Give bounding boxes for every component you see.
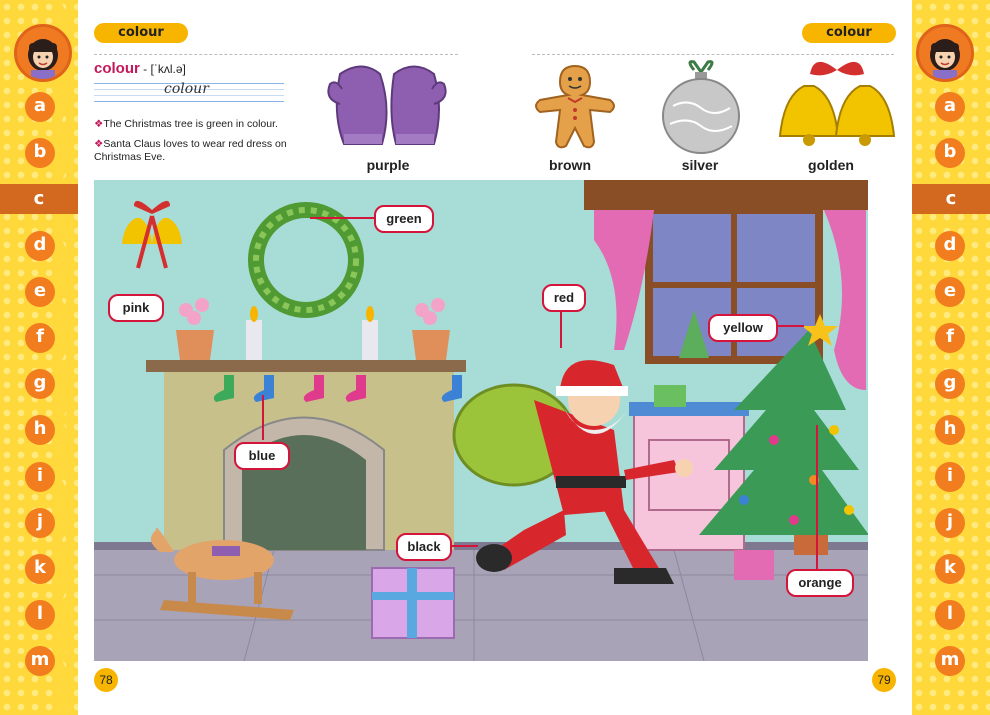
alphabet-tab-j[interactable]: j [25,507,55,538]
alphabet-tab-i[interactable]: i [25,461,55,492]
example-sentences: ❖The Christmas tree is green in colour. … [94,118,294,164]
connector-orange [816,425,818,570]
christmas-room-scene: green pink red yellow blue black orange [94,180,868,661]
alphabet-tab-i[interactable]: i [935,461,965,492]
pronunciation: - [ˈkʌl.ə] [139,62,186,76]
pill-yellow: yellow [708,314,778,342]
alphabet-tab-e[interactable]: e [25,276,55,307]
label-purple: purple [366,157,410,173]
headword: colour [94,60,140,77]
alphabet-tab-c[interactable]: c [912,184,990,215]
alphabet-tab-k[interactable]: k [935,554,965,584]
girl-avatar-left [14,24,72,82]
alphabet-tab-d[interactable]: d [935,230,965,261]
alphabet-tab-a[interactable]: a [25,92,55,122]
pill-green: green [374,205,434,233]
golden-bells-illustration [778,61,896,146]
alphabet-tab-g[interactable]: g [25,369,55,400]
right-topic-tag: colour [802,23,896,43]
handwriting-lines: colour [94,81,284,102]
alphabet-tab-b[interactable]: b [935,138,965,169]
alphabet-tab-k[interactable]: k [25,554,55,584]
left-topic-tag: colour [94,23,188,43]
label-brown: brown [549,157,591,173]
cursive-word: colour [164,81,209,97]
alphabet-tab-g[interactable]: g [935,369,965,400]
connector-yellow [774,325,804,327]
gingerbread-man-illustration [535,64,615,149]
alphabet-tab-f[interactable]: f [25,323,55,353]
alphabet-tab-c[interactable]: c [0,184,78,215]
label-silver: silver [681,157,719,173]
silver-ornament-illustration [662,60,740,154]
headword-line: colour - [ˈkʌl.ə] [94,60,186,78]
girl-avatar-right [916,24,974,82]
right-header-rule [532,54,894,55]
alphabet-tab-j[interactable]: j [935,507,965,538]
page-number-right: 79 [872,668,896,692]
connector-red [560,308,562,348]
connector-black [448,545,478,547]
alphabet-tab-l[interactable]: l [25,600,55,631]
page-number-left: 78 [94,668,118,692]
alphabet-tab-e[interactable]: e [935,276,965,307]
purple-mittens-illustration [327,65,447,145]
alphabet-tab-l[interactable]: l [935,600,965,631]
sentence-2: ❖Santa Claus loves to wear red dress on … [94,138,287,163]
connector-green [310,217,374,219]
pill-blue: blue [234,442,290,470]
label-golden: golden [808,157,854,173]
connector-blue [262,395,264,440]
sentence-1: ❖The Christmas tree is green in colour. [94,118,278,130]
pill-black: black [396,533,452,561]
alphabet-tab-f[interactable]: f [935,323,965,353]
left-strip-edge [60,0,70,715]
pill-orange: orange [786,569,854,597]
pill-pink: pink [108,294,164,322]
pill-red: red [542,284,586,312]
alphabet-tab-a[interactable]: a [935,92,965,122]
alphabet-tab-b[interactable]: b [25,138,55,169]
alphabet-tab-d[interactable]: d [25,230,55,261]
